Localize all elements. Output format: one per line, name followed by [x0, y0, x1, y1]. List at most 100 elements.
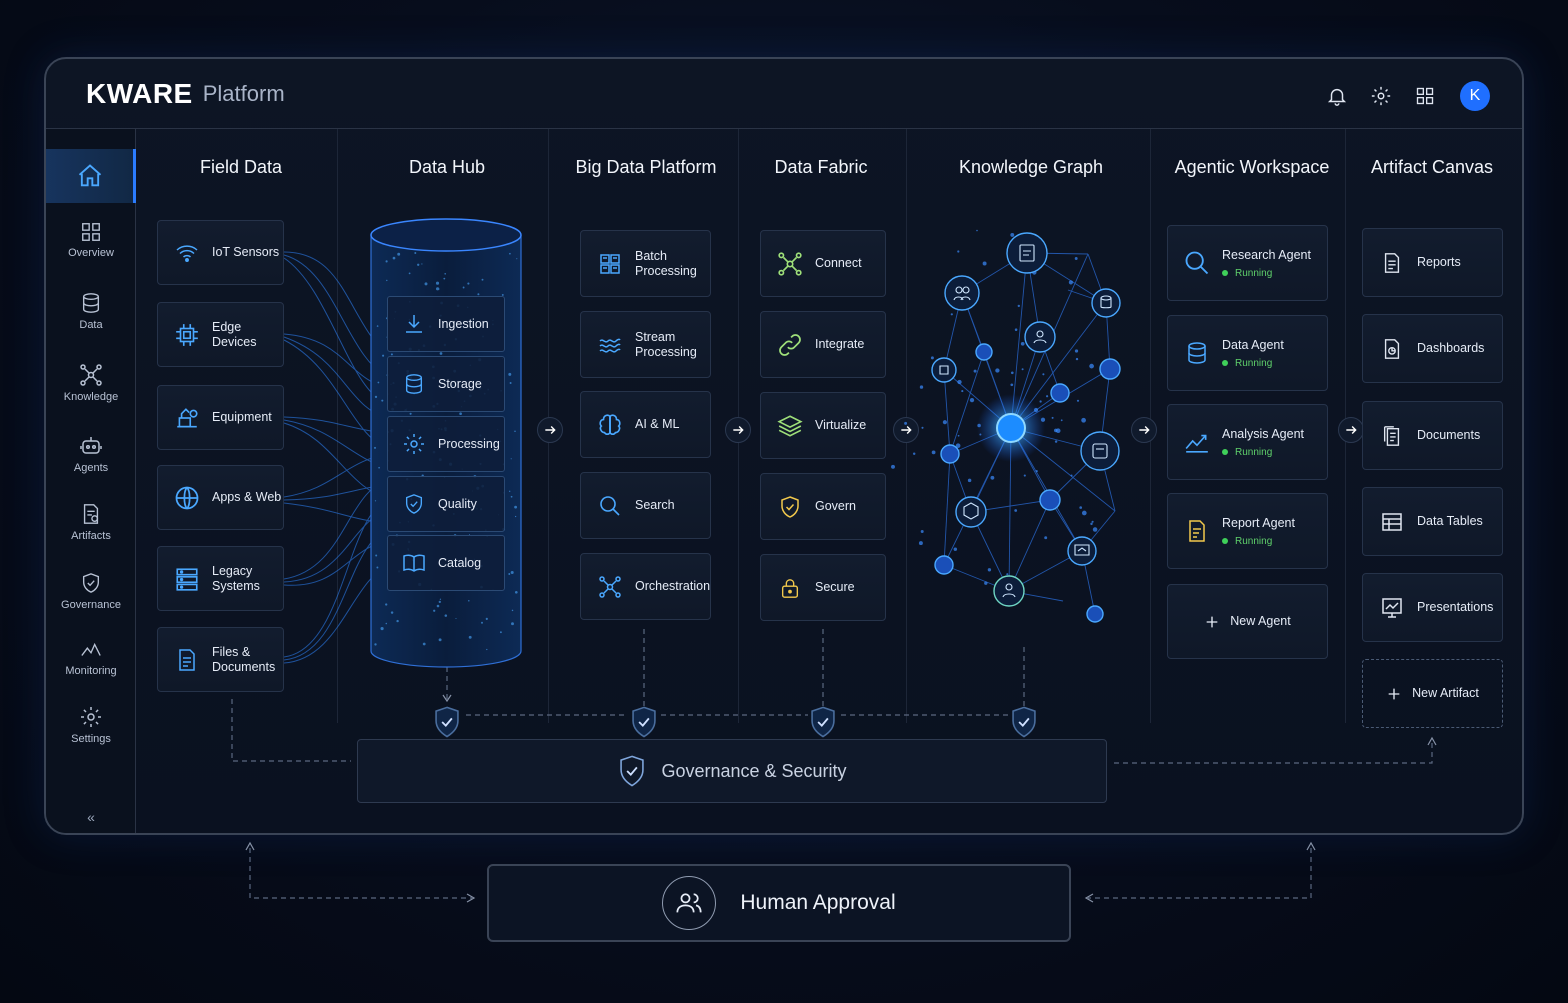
particle: [424, 282, 428, 286]
graph-particle: [1050, 491, 1054, 494]
sidebar: Overview Data Knowledge Agents Artifacts…: [46, 129, 136, 833]
card-label-line2: Processing: [635, 344, 697, 359]
stream-icon: [595, 333, 625, 357]
sidebar-item-home[interactable]: [46, 149, 136, 203]
home-icon: [78, 164, 101, 187]
source-files-documents[interactable]: Files & Documents: [157, 627, 284, 692]
hub-catalog[interactable]: Catalog: [387, 535, 505, 591]
source-apps-web[interactable]: Apps & Web: [157, 465, 284, 530]
human-approval-panel[interactable]: Human Approval: [487, 864, 1071, 942]
artifact-dashboards[interactable]: Dashboards: [1362, 314, 1503, 383]
particle: [435, 281, 440, 285]
sidebar-item-label: Governance: [61, 599, 121, 611]
particle: [467, 282, 470, 285]
status-dot: [1222, 449, 1228, 455]
collapse-sidebar-button[interactable]: «: [46, 809, 136, 825]
sidebar-item-agents[interactable]: Agents: [46, 434, 136, 474]
card-label-line2: Processing: [635, 263, 697, 278]
sidebar-item-governance[interactable]: Governance: [46, 571, 136, 611]
particle: [421, 263, 423, 265]
grid-icon[interactable]: [1412, 83, 1438, 109]
particle: [514, 590, 518, 594]
bigdata-orchestration[interactable]: Orchestration: [580, 553, 711, 620]
sidebar-item-overview[interactable]: Overview: [46, 221, 136, 259]
particle: [444, 614, 448, 617]
particle: [468, 600, 470, 602]
report-icon: [1182, 517, 1212, 545]
card-label: Equipment: [212, 410, 272, 424]
file-icon: [172, 646, 202, 674]
graph-particle: [953, 547, 958, 551]
particle: [433, 609, 436, 612]
particle: [382, 354, 385, 357]
fabric-integrate[interactable]: Integrate: [760, 311, 886, 378]
agent-name: Report Agent: [1222, 515, 1295, 530]
card-label-line2: Documents: [212, 659, 276, 674]
shield-icon: [1012, 706, 1036, 738]
particle: [439, 598, 442, 600]
bigdata-search[interactable]: Search: [580, 472, 711, 539]
particle: [481, 621, 483, 624]
fabric-govern[interactable]: Govern: [760, 473, 886, 540]
avatar[interactable]: K: [1460, 81, 1490, 111]
fabric-secure[interactable]: Secure: [760, 554, 886, 621]
agent-analysis[interactable]: Analysis Agent Running: [1167, 404, 1328, 480]
bigdata-batch-processing[interactable]: Batch Processing: [580, 230, 711, 297]
gear-icon[interactable]: [1368, 83, 1394, 109]
gear-icon: [81, 707, 101, 727]
artifact-presentations[interactable]: Presentations: [1362, 573, 1503, 642]
bigdata-stream-processing[interactable]: Stream Processing: [580, 311, 711, 378]
governance-security-bar[interactable]: Governance & Security: [357, 739, 1107, 803]
graph-particle: [1089, 363, 1094, 369]
sidebar-item-knowledge[interactable]: Knowledge: [46, 363, 136, 403]
brand-logo[interactable]: KWARE: [86, 78, 193, 110]
bigdata-ai-ml[interactable]: AI & ML: [580, 391, 711, 458]
particle: [468, 635, 472, 639]
new-artifact-button[interactable]: New Artifact: [1362, 659, 1503, 728]
particle: [414, 252, 417, 254]
graph-particle: [1114, 444, 1117, 447]
artifact-documents[interactable]: Documents: [1362, 401, 1503, 470]
new-agent-button[interactable]: New Agent: [1167, 584, 1328, 659]
graph-particle: [1090, 522, 1093, 526]
hub-quality[interactable]: Quality: [387, 476, 505, 532]
particle: [436, 604, 440, 608]
hub-ingestion[interactable]: Ingestion: [387, 296, 505, 352]
sidebar-item-monitoring[interactable]: Monitoring: [46, 639, 136, 677]
agent-research[interactable]: Research Agent Running: [1167, 225, 1328, 301]
sidebar-item-data[interactable]: Data: [46, 291, 136, 331]
hub-processing[interactable]: Processing: [387, 416, 505, 472]
graph-particle: [957, 434, 960, 437]
graph-particle: [1074, 257, 1078, 260]
bell-icon[interactable]: [1324, 83, 1350, 109]
graph-particle: [1032, 270, 1037, 275]
hub-storage[interactable]: Storage: [387, 356, 505, 412]
database-icon: [400, 372, 428, 396]
graph-particle: [987, 568, 992, 572]
graph-particle: [955, 443, 961, 449]
card-label: Dashboards: [1417, 341, 1485, 355]
agent-data[interactable]: Data Agent Running: [1167, 315, 1328, 391]
report-file-icon: [1377, 250, 1407, 276]
artifact-data-tables[interactable]: Data Tables: [1362, 487, 1503, 556]
governance-label: Governance & Security: [661, 760, 847, 781]
source-legacy-systems[interactable]: Legacy Systems: [157, 546, 284, 611]
sidebar-item-settings[interactable]: Settings: [46, 705, 136, 745]
sidebar-item-label: Overview: [68, 247, 114, 259]
source-edge-devices[interactable]: Edge Devices: [157, 302, 284, 367]
particle: [397, 252, 401, 256]
fabric-virtualize[interactable]: Virtualize: [760, 392, 886, 459]
sidebar-item-artifacts[interactable]: Artifacts: [46, 502, 136, 542]
particle: [374, 500, 377, 502]
globe-icon: [172, 484, 202, 512]
particle: [376, 325, 379, 327]
plus-icon: [1206, 616, 1218, 627]
card-label: Batch Processing: [635, 249, 697, 279]
status-text: Running: [1235, 267, 1273, 279]
source-iot-sensors[interactable]: IoT Sensors: [157, 220, 284, 285]
artifact-reports[interactable]: Reports: [1362, 228, 1503, 297]
fabric-connect[interactable]: Connect: [760, 230, 886, 297]
agent-report[interactable]: Report Agent Running: [1167, 493, 1328, 569]
graph-particle: [982, 261, 987, 266]
source-equipment[interactable]: Equipment: [157, 385, 284, 450]
